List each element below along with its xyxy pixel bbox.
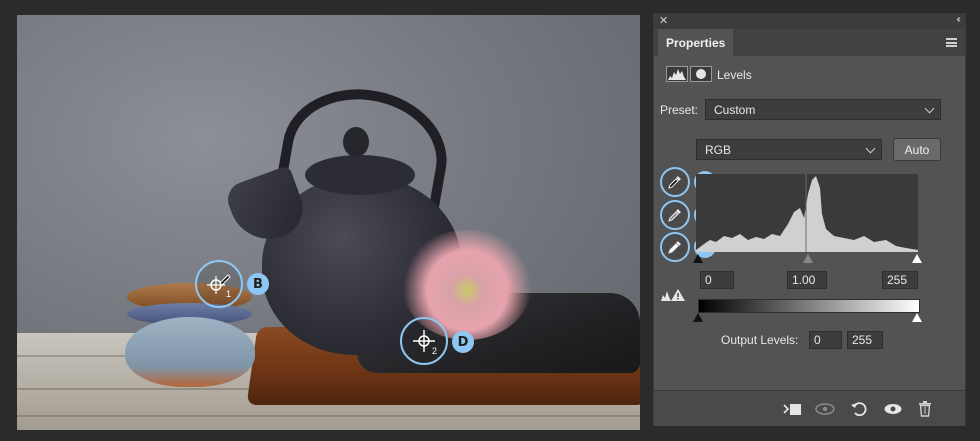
panel-menu-icon[interactable]	[946, 38, 957, 47]
sampler-number: 2	[432, 346, 438, 356]
preset-label: Preset:	[660, 103, 699, 117]
delete-button[interactable]	[914, 400, 936, 418]
input-gamma-slider[interactable]	[803, 254, 813, 263]
collapse-icon[interactable]: ‹‹	[956, 14, 960, 25]
tea-bowl	[125, 317, 255, 387]
clipping-warning-icon[interactable]	[660, 288, 686, 302]
visibility-eye-icon	[884, 404, 902, 414]
histogram-mini-icon	[668, 69, 686, 80]
view-previous-button[interactable]	[814, 400, 836, 418]
black-point-eyedropper-icon	[668, 176, 681, 189]
black-point-eyedropper[interactable]	[660, 167, 690, 197]
layer-mask-icon[interactable]	[690, 66, 712, 82]
gray-point-eyedropper[interactable]	[660, 200, 690, 230]
reset-button[interactable]	[848, 400, 870, 418]
visibility-button[interactable]	[880, 400, 906, 418]
panel-header-strip: ✕ ‹‹	[654, 14, 965, 29]
histogram	[696, 174, 918, 252]
teapot-lid	[305, 155, 415, 195]
clipping-warning-glyph	[661, 289, 685, 301]
input-black-field[interactable]: 0	[700, 271, 734, 289]
plank-line	[17, 415, 640, 417]
channel-value: RGB	[705, 142, 732, 157]
image-canvas[interactable]: 1 B 2 D	[17, 15, 640, 430]
color-sampler-marker-2[interactable]: 2	[400, 317, 448, 365]
output-white-slider[interactable]	[912, 313, 922, 322]
output-black-field[interactable]: 0	[809, 331, 842, 349]
input-white-slider[interactable]	[912, 254, 922, 263]
input-white-field[interactable]: 255	[882, 271, 918, 289]
app-window: 1 B 2 D ✕ ‹‹ Properties Levels Preset: C…	[0, 0, 980, 441]
clip-to-layer-button[interactable]	[781, 400, 803, 418]
output-gradient-bar	[698, 299, 920, 313]
tab-properties[interactable]: Properties	[658, 29, 734, 56]
sampler-number: 1	[226, 289, 232, 299]
gray-point-eyedropper-icon	[668, 209, 681, 222]
input-gamma-field[interactable]: 1.00	[787, 271, 827, 289]
levels-adjustment-icon[interactable]	[666, 66, 688, 82]
histogram-graph	[696, 174, 918, 252]
output-white-field[interactable]: 255	[847, 331, 883, 349]
chevron-down-icon	[924, 103, 935, 114]
color-sampler-marker-1[interactable]: 1	[195, 260, 243, 308]
output-black-slider[interactable]	[693, 313, 703, 322]
properties-panel: ✕ ‹‹ Properties Levels Preset: Custom RG…	[653, 13, 966, 426]
channel-select[interactable]: RGB	[696, 139, 882, 160]
preset-value: Custom	[714, 102, 756, 117]
delete-trash-icon	[919, 401, 931, 417]
auto-button[interactable]: Auto	[893, 138, 941, 161]
panel-tabbar: Properties	[654, 29, 965, 56]
callout-badge-b: B	[247, 273, 269, 295]
view-previous-icon	[815, 403, 835, 415]
input-black-slider[interactable]	[693, 254, 703, 263]
white-point-eyedropper-icon	[668, 241, 681, 254]
teapot-knob	[343, 127, 369, 157]
callout-badge-d: D	[452, 331, 474, 353]
reset-icon	[851, 402, 867, 417]
white-point-eyedropper[interactable]	[660, 232, 690, 262]
panel-bottom-toolbar	[654, 390, 965, 426]
preset-select[interactable]: Custom	[705, 99, 941, 120]
clip-to-layer-icon	[783, 404, 801, 415]
output-levels-label: Output Levels:	[721, 333, 799, 347]
chevron-down-icon	[865, 143, 876, 154]
adjustment-title: Levels	[717, 68, 752, 82]
close-icon[interactable]: ✕	[659, 14, 668, 27]
